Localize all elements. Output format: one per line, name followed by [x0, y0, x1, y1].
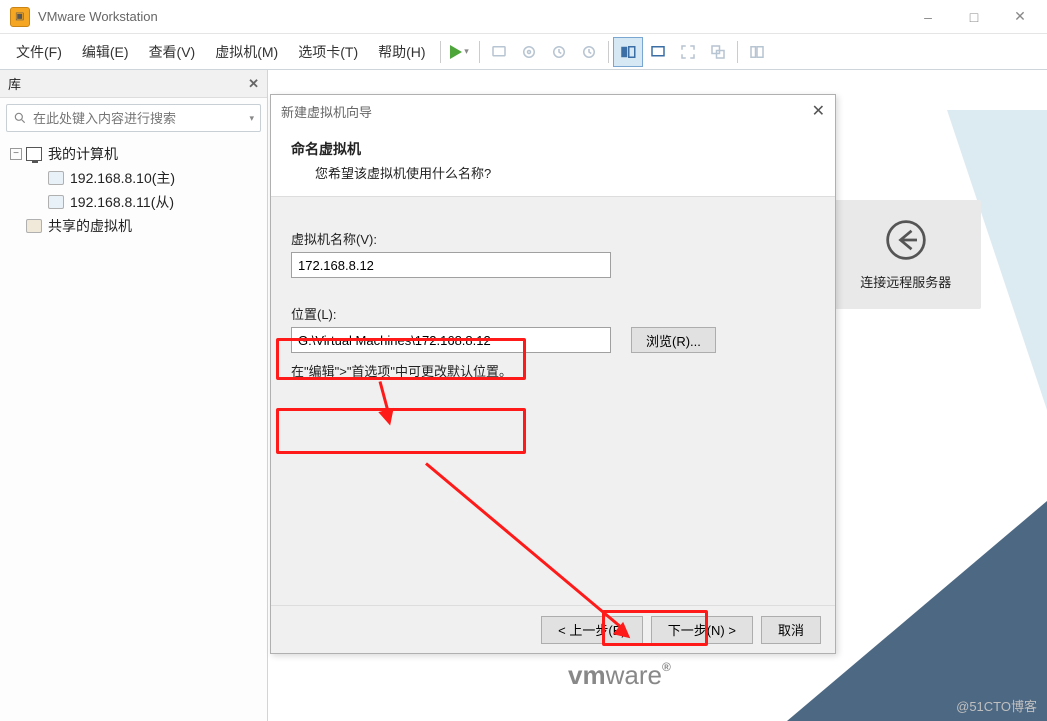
power-on-button[interactable]: ▾ — [445, 37, 475, 67]
new-vm-wizard-dialog: 新建虚拟机向导 ✕ 命名虚拟机 您希望该虚拟机使用什么名称? 虚拟机名称(V):… — [270, 94, 836, 654]
tree-label: 192.168.8.10(主) — [70, 168, 175, 188]
library-close-button[interactable]: ✕ — [248, 76, 259, 92]
vm-location-input[interactable] — [291, 327, 611, 353]
wizard-heading: 命名虚拟机 — [291, 139, 815, 159]
search-input[interactable] — [27, 111, 247, 126]
menu-tabs[interactable]: 选项卡(T) — [288, 36, 368, 68]
computer-icon — [26, 147, 42, 161]
unity-button[interactable] — [703, 37, 733, 67]
tree-label: 我的计算机 — [48, 144, 118, 164]
close-button[interactable]: ✕ — [997, 2, 1043, 32]
vmware-logo: vmware® — [568, 660, 671, 691]
search-icon — [13, 111, 27, 125]
wizard-header: 命名虚拟机 您希望该虚拟机使用什么名称? — [271, 127, 835, 197]
vm-name-input[interactable] — [291, 252, 611, 278]
titlebar: VMware Workstation – □ ✕ — [0, 0, 1047, 34]
menubar: 文件(F) 编辑(E) 查看(V) 虚拟机(M) 选项卡(T) 帮助(H) ▾ — [0, 34, 1047, 70]
tree-node-shared[interactable]: 共享的虚拟机 — [8, 214, 259, 238]
wizard-body: 虚拟机名称(V): 位置(L): 浏览(R)... 在"编辑">"首选项"中可更… — [271, 197, 835, 605]
location-note: 在"编辑">"首选项"中可更改默认位置。 — [291, 361, 815, 380]
menu-file[interactable]: 文件(F) — [6, 36, 72, 68]
library-tree: − 我的计算机 192.168.8.10(主) 192.168.8.11(从) … — [0, 138, 267, 242]
library-sidebar: 库 ✕ ▾ − 我的计算机 192.168.8.10(主) 192.168.8.… — [0, 70, 268, 721]
browse-button[interactable]: 浏览(R)... — [631, 327, 716, 353]
back-button[interactable]: < 上一步(B) — [541, 616, 643, 644]
cancel-button[interactable]: 取消 — [761, 616, 821, 644]
vm-name-label: 虚拟机名称(V): — [291, 229, 815, 248]
snapshot-button[interactable] — [514, 37, 544, 67]
remote-label: 连接远程服务器 — [860, 272, 951, 291]
tree-node-vm1[interactable]: 192.168.8.10(主) — [8, 166, 259, 190]
wizard-subheading: 您希望该虚拟机使用什么名称? — [315, 163, 815, 182]
minimize-button[interactable]: – — [905, 2, 951, 32]
wizard-footer: < 上一步(B) 下一步(N) > 取消 — [271, 605, 835, 653]
revert-button[interactable] — [574, 37, 604, 67]
fullscreen-button[interactable] — [673, 37, 703, 67]
tree-node-vm2[interactable]: 192.168.8.11(从) — [8, 190, 259, 214]
logo-vm: vm — [568, 660, 606, 690]
window-title: VMware Workstation — [38, 9, 158, 24]
tree-node-my-computer[interactable]: − 我的计算机 — [8, 142, 259, 166]
library-toggle-button[interactable] — [742, 37, 772, 67]
suspend-button[interactable] — [484, 37, 514, 67]
single-view-button[interactable] — [643, 37, 673, 67]
menu-edit[interactable]: 编辑(E) — [72, 36, 139, 68]
menu-help[interactable]: 帮助(H) — [368, 36, 435, 68]
wizard-close-button[interactable]: ✕ — [812, 101, 825, 121]
menu-view[interactable]: 查看(V) — [139, 36, 206, 68]
maximize-button[interactable]: □ — [951, 2, 997, 32]
search-dropdown-icon[interactable]: ▾ — [249, 113, 254, 124]
connect-remote-button[interactable]: 连接远程服务器 — [830, 200, 981, 309]
logo-ware: ware — [606, 660, 662, 690]
library-title: 库 — [8, 74, 21, 93]
tree-label: 192.168.8.11(从) — [70, 192, 174, 212]
wizard-title: 新建虚拟机向导 — [281, 102, 372, 121]
app-logo-icon — [10, 7, 30, 27]
snapshot-manager-button[interactable] — [544, 37, 574, 67]
expand-icon[interactable]: − — [10, 148, 22, 160]
menu-vm[interactable]: 虚拟机(M) — [205, 36, 288, 68]
library-header: 库 ✕ — [0, 70, 267, 98]
vm-icon — [48, 195, 64, 209]
wizard-titlebar: 新建虚拟机向导 ✕ — [271, 95, 835, 127]
search-box[interactable]: ▾ — [6, 104, 261, 132]
shared-icon — [26, 219, 42, 233]
tree-label: 共享的虚拟机 — [48, 216, 132, 236]
remote-icon — [884, 218, 928, 262]
vm-icon — [48, 171, 64, 185]
vm-location-label: 位置(L): — [291, 304, 815, 323]
watermark: @51CTO博客 — [956, 696, 1037, 715]
thumbnail-view-button[interactable] — [613, 37, 643, 67]
next-button[interactable]: 下一步(N) > — [651, 616, 753, 644]
